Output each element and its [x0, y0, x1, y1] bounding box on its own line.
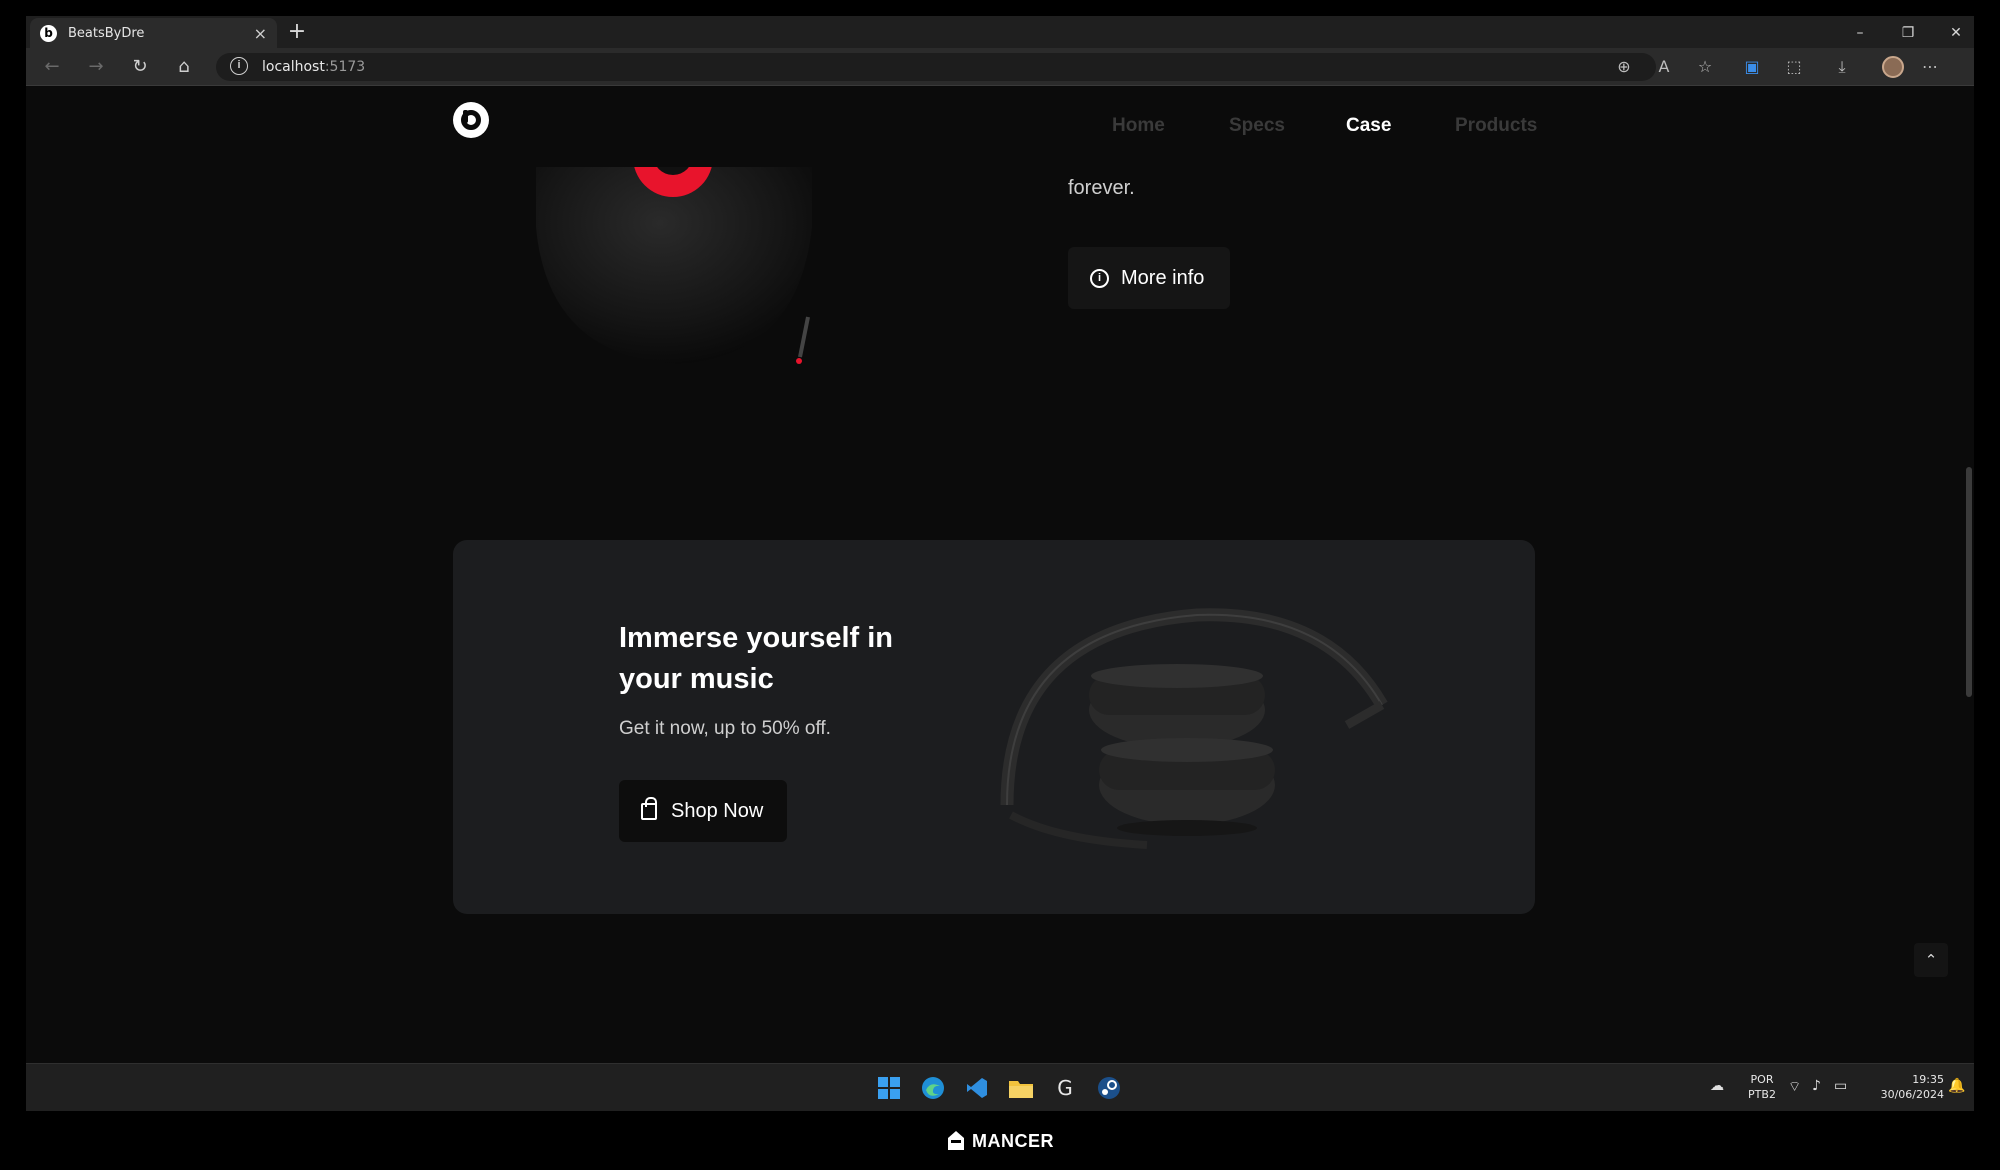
extension-icon[interactable]: ⬚ — [1780, 54, 1808, 80]
web-page: Home Specs Case Products forever. i More… — [26, 87, 1974, 1063]
input-language-indicator[interactable]: POR PTB2 — [1742, 1072, 1782, 1102]
vscode-icon[interactable] — [962, 1073, 992, 1103]
site-info-icon[interactable]: i — [230, 57, 248, 75]
read-aloud-icon[interactable]: A — [1650, 54, 1678, 80]
onedrive-cloud-icon[interactable]: ☁ — [1710, 1078, 1724, 1094]
back-icon[interactable]: ← — [38, 54, 66, 80]
volume-icon[interactable]: ♪ — [1812, 1078, 1821, 1094]
minimize-icon[interactable]: – — [1840, 20, 1880, 46]
restore-icon[interactable]: ❐ — [1888, 20, 1928, 46]
info-icon: i — [1090, 268, 1109, 288]
browser-window: b BeatsByDre × + – ❐ ✕ ← → ↻ ⌂ i localho… — [26, 16, 1974, 1111]
mancer-logo-icon — [948, 1131, 964, 1150]
case-description-tail: forever. — [1068, 177, 1135, 199]
more-menu-icon[interactable]: ⋯ — [1916, 54, 1944, 80]
watermark-brand-text: MANCER — [972, 1130, 1054, 1151]
url-text: localhost:5173 — [262, 59, 366, 75]
downloads-icon[interactable]: ⤓ — [1828, 54, 1856, 80]
notification-bell-icon[interactable]: 🔔 — [1948, 1078, 1965, 1094]
favorite-star-icon[interactable]: ☆ — [1691, 54, 1719, 80]
new-tab-icon[interactable]: + — [284, 20, 310, 46]
nav-case[interactable]: Case — [1346, 115, 1391, 137]
browser-toolbar: ← → ↻ ⌂ i localhost:5173 ⊕ A ☆ ▣ ⬚ ⤓ ⋯ — [26, 48, 1974, 86]
wifi-icon[interactable]: ⌔ — [1788, 1078, 1801, 1096]
tab-bar: b BeatsByDre × + – ❐ ✕ — [26, 16, 1974, 48]
tab-close-icon[interactable]: × — [254, 24, 267, 43]
screenshot-icon[interactable]: ▣ — [1738, 54, 1766, 80]
beats-favicon-icon: b — [40, 24, 57, 42]
logitech-g-icon[interactable]: G — [1050, 1073, 1080, 1103]
nav-home[interactable]: Home — [1112, 115, 1165, 137]
promo-subtitle: Get it now, up to 50% off. — [619, 718, 831, 739]
edge-browser-icon[interactable] — [918, 1073, 948, 1103]
close-window-icon[interactable]: ✕ — [1936, 20, 1974, 46]
nav-specs[interactable]: Specs — [1229, 115, 1285, 137]
address-bar[interactable]: i localhost:5173 — [216, 53, 1656, 81]
watermark-brand: MANCER — [0, 1124, 2000, 1158]
clock[interactable]: 19:35 30/06/2024 — [1864, 1072, 1944, 1102]
file-explorer-icon[interactable] — [1006, 1073, 1036, 1103]
promo-card: Immerse yourself in your music Get it no… — [453, 540, 1535, 914]
shop-now-button[interactable]: Shop Now — [619, 780, 787, 842]
scroll-to-top-button[interactable]: ⌃ — [1914, 943, 1948, 977]
zoom-icon[interactable]: ⊕ — [1610, 54, 1638, 80]
windows-start-icon[interactable] — [874, 1073, 904, 1103]
beats-logo-icon[interactable] — [453, 102, 489, 138]
steam-icon[interactable] — [1094, 1073, 1124, 1103]
forward-icon[interactable]: → — [82, 54, 110, 80]
shopping-bag-icon — [641, 796, 657, 820]
shop-now-label: Shop Now — [671, 799, 764, 822]
promo-title: Immerse yourself in your music — [619, 622, 893, 695]
page-scrollbar[interactable] — [1966, 467, 1972, 697]
site-header: Home Specs Case Products — [26, 87, 1974, 167]
reload-icon[interactable]: ↻ — [126, 54, 154, 80]
more-info-label: More info — [1121, 266, 1205, 289]
nav-products[interactable]: Products — [1455, 115, 1537, 137]
profile-avatar[interactable] — [1882, 56, 1904, 78]
windows-taskbar: G ☁ POR PTB2 ⌔ ♪ ▭ 19:35 30/06/2024 🔔 — [26, 1063, 1974, 1111]
browser-tab[interactable]: b BeatsByDre × — [30, 18, 277, 48]
battery-icon[interactable]: ▭ — [1834, 1078, 1847, 1094]
tab-title: BeatsByDre — [68, 25, 145, 41]
more-info-button[interactable]: i More info — [1068, 247, 1230, 309]
home-icon[interactable]: ⌂ — [170, 54, 198, 80]
folded-headphones-image — [1000, 608, 1388, 849]
